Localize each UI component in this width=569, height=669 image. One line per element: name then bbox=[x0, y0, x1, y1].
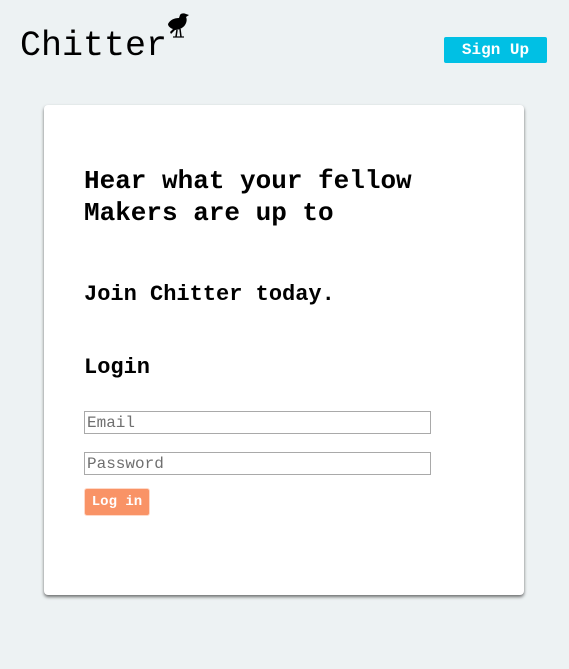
login-title: Login bbox=[84, 355, 151, 380]
site-header: Chitter Sign Up bbox=[0, 0, 569, 90]
log-in-button[interactable]: Log in bbox=[84, 488, 150, 516]
join-subheading: Join Chitter today. bbox=[84, 282, 335, 307]
logo-text[interactable]: Chitter bbox=[20, 26, 167, 66]
page-headline: Hear what your fellow Makers are up to bbox=[84, 166, 412, 228]
sign-up-button[interactable]: Sign Up bbox=[444, 37, 547, 63]
crow-icon bbox=[168, 13, 189, 38]
login-card: Hear what your fellow Makers are up to J… bbox=[44, 105, 524, 595]
email-field[interactable] bbox=[84, 411, 431, 434]
password-field[interactable] bbox=[84, 452, 431, 475]
